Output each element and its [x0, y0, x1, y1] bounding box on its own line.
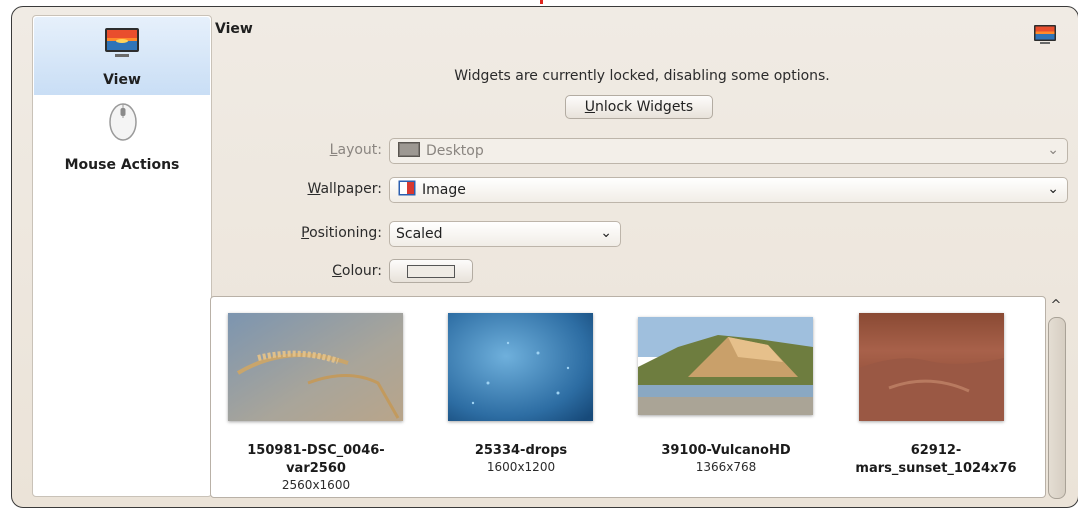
monitor-icon: [1033, 24, 1057, 50]
label-text: ayout:: [337, 142, 382, 158]
label-text: ositioning:: [309, 225, 382, 241]
colour-picker-button[interactable]: [389, 259, 473, 283]
wallpaper-resolution: 2560x1600: [281, 478, 351, 492]
sidebar-item-label: Mouse Actions: [64, 157, 180, 173]
positioning-value: Scaled: [396, 226, 443, 242]
mnemonic: P: [301, 225, 310, 241]
top-marker: [540, 0, 543, 4]
mnemonic: W: [307, 181, 321, 197]
image-icon: [398, 180, 416, 200]
wallpaper-thumbnail: [228, 313, 403, 421]
wallpaper-name: mars_sunset_1024x76: [855, 461, 1017, 476]
scrollbar[interactable]: [1048, 317, 1066, 499]
page-title: View: [215, 21, 253, 37]
chevron-down-icon: ⌄: [1047, 142, 1059, 158]
wallpaper-name: var2560: [286, 461, 346, 476]
positioning-select[interactable]: Scaled ⌄: [389, 221, 621, 247]
positioning-label: Positioning:: [202, 225, 382, 241]
label-text: olour:: [341, 263, 382, 279]
wallpaper-thumbnail: [448, 313, 593, 421]
sidebar-item-label: View: [103, 72, 141, 88]
wallpaper-resolution: 1366x768: [695, 460, 757, 474]
wallpaper-label: Wallpaper:: [202, 181, 382, 197]
chevron-down-icon: ⌄: [600, 225, 612, 241]
wallpaper-name: 25334-drops: [474, 443, 568, 458]
colour-label: Colour:: [202, 263, 382, 279]
mnemonic: C: [332, 263, 342, 279]
wallpaper-name: 62912-: [910, 443, 962, 458]
wallpaper-name: 150981-DSC_0046-: [247, 443, 385, 458]
layout-select[interactable]: Desktop ⌄: [389, 138, 1068, 164]
wallpaper-grid: 150981-DSC_0046- var2560 2560x1600 25334…: [210, 296, 1046, 498]
locked-notice: Widgets are currently locked, disabling …: [454, 68, 830, 84]
sidebar: View Mouse Actions: [32, 15, 212, 497]
wallpaper-value: Image: [422, 182, 466, 198]
scroll-up-button[interactable]: ^: [1048, 298, 1064, 313]
sidebar-item-view[interactable]: View: [34, 17, 210, 95]
layout-label: Layout:: [202, 142, 382, 158]
layout-value: Desktop: [426, 143, 484, 159]
wallpaper-thumbnail: [859, 313, 1004, 421]
sidebar-item-mouse-actions[interactable]: Mouse Actions: [34, 96, 210, 174]
label-text: allpaper:: [320, 181, 382, 197]
wallpaper-thumbnail: [638, 317, 813, 415]
settings-window: View Mouse Actions View Widgets are curr…: [11, 6, 1078, 508]
colour-swatch: [407, 264, 455, 278]
wallpaper-resolution: 1600x1200: [486, 460, 556, 474]
button-label: nlock Widgets: [595, 99, 694, 115]
wallpaper-name: 39100-VulcanoHD: [661, 443, 791, 458]
mouse-icon: [108, 100, 138, 146]
desktop-icon: [398, 141, 420, 161]
chevron-down-icon: ⌄: [1047, 181, 1059, 197]
mnemonic: U: [584, 99, 596, 115]
wallpaper-select[interactable]: Image ⌄: [389, 177, 1068, 203]
monitor-icon: [104, 27, 140, 63]
unlock-widgets-button[interactable]: Unlock Widgets: [565, 95, 713, 119]
